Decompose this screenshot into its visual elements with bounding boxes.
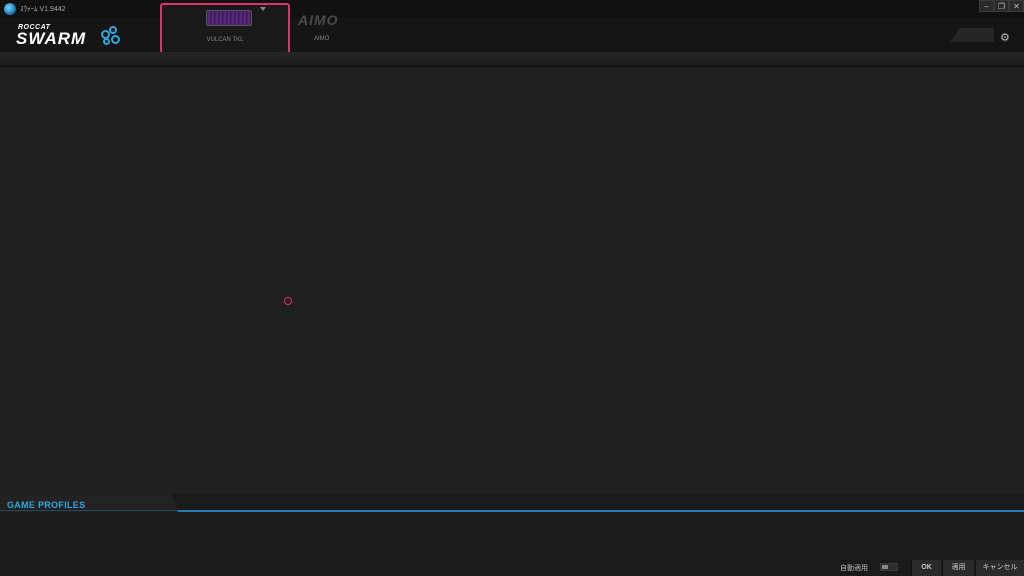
roccat-app-icon [4, 3, 16, 15]
footer-bar: 自動適用 OK 適用 キャンセル [0, 560, 1024, 576]
divider [0, 510, 180, 511]
auto-apply-label: 自動適用 [840, 565, 868, 572]
keyboard-image [206, 10, 252, 26]
device-header [0, 18, 1024, 52]
ok-button[interactable]: OK [911, 560, 941, 576]
title-bar: ｽｳｫｰﾑ V1.9442 – ❐ ✕ [0, 0, 1024, 18]
accent-divider [178, 510, 1024, 512]
gear-icon[interactable]: ⚙ [1000, 31, 1010, 44]
cancel-button[interactable]: キャンセル [975, 560, 1024, 576]
game-profiles-title: GAME PROFILES [7, 500, 86, 510]
apply-button[interactable]: 適用 [942, 560, 974, 576]
minimize-button[interactable]: – [979, 0, 994, 12]
device-tab-vulcan-tkl[interactable]: VULCAN TKL [160, 3, 290, 54]
logo-swarm-text: SWARM [16, 29, 87, 48]
window-title: ｽｳｫｰﾑ V1.9442 [20, 6, 66, 13]
toggle-knob [882, 565, 888, 569]
restore-button[interactable]: ❐ [994, 0, 1009, 12]
swarm-bubbles-icon [101, 26, 123, 46]
dropdown-arrow-icon[interactable] [260, 7, 266, 11]
cursor-indicator-icon [284, 297, 292, 305]
aimo-logo: AIMO [298, 12, 339, 28]
close-button[interactable]: ✕ [1009, 0, 1024, 12]
device-label-vulcan: VULCAN TKL [206, 37, 244, 43]
main-content-area [0, 67, 1024, 494]
device-sub-bar [0, 52, 1024, 67]
device-label-aimo: AIMO [314, 36, 330, 42]
auto-apply-toggle[interactable] [880, 563, 898, 571]
